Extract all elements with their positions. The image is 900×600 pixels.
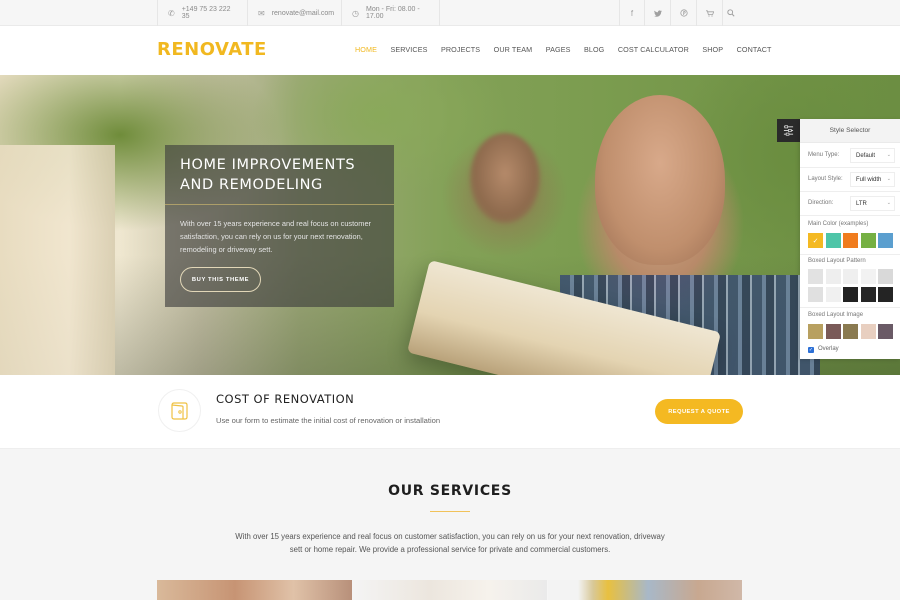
opening-hours: ◷ Mon - Fri: 08.00 - 17.00 [342, 0, 440, 26]
wallet-icon [158, 389, 201, 432]
color-swatch[interactable] [825, 233, 841, 248]
pattern-swatch[interactable] [878, 287, 893, 302]
layout-style-value: Full width [856, 177, 882, 183]
style-selector-panel: Style Selector Menu Type: Default ⌄ Layou… [800, 119, 900, 359]
phone-icon: ✆ [168, 8, 175, 18]
menu-type-select[interactable]: Default ⌄ [850, 148, 895, 163]
service-thumbnail[interactable] [548, 580, 742, 600]
hero-background-person [470, 133, 540, 223]
menu-type-row: Menu Type: Default ⌄ [800, 144, 900, 168]
divider [800, 307, 900, 308]
nav-projects[interactable]: PROJECTS [441, 45, 480, 54]
sliders-icon [783, 125, 794, 136]
cost-text: Use our form to estimate the initial cos… [216, 416, 441, 425]
hours-text: Mon - Fri: 08.00 - 17.00 [365, 6, 420, 20]
nav-our-team[interactable]: OUR TEAM [494, 45, 533, 54]
nav-pages[interactable]: PAGES [546, 45, 571, 54]
divider [800, 254, 900, 255]
nav-contact[interactable]: CONTACT [737, 45, 772, 54]
services-section: OUR SERVICES With over 15 years experien… [0, 449, 900, 600]
color-swatch[interactable] [860, 233, 876, 248]
pattern-swatch[interactable] [843, 269, 858, 284]
direction-select[interactable]: LTR ⌄ [850, 196, 895, 211]
hero-slider: HOME IMPROVEMENTS AND REMODELING With ov… [0, 75, 900, 375]
clock-icon: ◷ [352, 8, 359, 18]
twitter-icon[interactable] [645, 0, 671, 26]
nav-cost-calculator[interactable]: COST CALCULATOR [618, 45, 689, 54]
image-swatch[interactable] [860, 324, 876, 339]
services-title: OUR SERVICES [388, 483, 512, 499]
phone-contact: ✆ +149 75 23 222 35 [157, 0, 248, 26]
pattern-swatch[interactable] [808, 269, 823, 284]
layout-style-label: Layout Style: [808, 176, 843, 182]
direction-value: LTR [856, 201, 867, 207]
style-selector-toggle[interactable] [777, 119, 800, 142]
color-swatch[interactable] [878, 233, 893, 248]
image-swatch[interactable] [825, 324, 841, 339]
phone-number: +149 75 23 222 35 [181, 6, 231, 20]
hero-person-face [595, 95, 725, 265]
menu-type-value: Default [856, 153, 876, 159]
chevron-down-icon: ⌄ [886, 200, 891, 206]
request-quote-button[interactable]: REQUEST A QUOTE [655, 399, 743, 424]
top-bar: ✆ +149 75 23 222 35 ✉ renovate@mail.com … [0, 0, 900, 26]
pattern-swatch[interactable] [808, 287, 823, 302]
service-thumbnail[interactable] [157, 580, 352, 600]
facebook-icon[interactable]: f [619, 0, 645, 26]
nav-services[interactable]: SERVICES [390, 45, 427, 54]
envelope-icon: ✉ [258, 8, 265, 18]
overlay-checkbox[interactable]: ✓ [808, 347, 814, 353]
logo[interactable]: RENOVATE [157, 39, 267, 60]
image-swatch[interactable] [808, 324, 823, 339]
cart-icon[interactable] [697, 0, 723, 26]
nav-home[interactable]: HOME [355, 45, 377, 54]
hero-title: HOME IMPROVEMENTS AND REMODELING [180, 155, 390, 195]
hero-text: With over 15 years experience and real f… [180, 219, 372, 254]
main-nav: HOME SERVICES PROJECTS OUR TEAM PAGES BL… [355, 45, 772, 54]
pinterest-icon[interactable] [671, 0, 697, 26]
cost-banner: COST OF RENOVATION Use our form to estim… [0, 375, 900, 449]
title-underline [430, 511, 470, 512]
overlay-label: Overlay [818, 346, 839, 352]
service-thumbnail[interactable] [352, 580, 547, 600]
image-swatch[interactable] [878, 324, 893, 339]
search-icon[interactable] [723, 0, 739, 26]
hero-caption-box: HOME IMPROVEMENTS AND REMODELING With ov… [165, 145, 394, 307]
layout-style-select[interactable]: Full width ⌄ [850, 172, 895, 187]
services-text: With over 15 years experience and real f… [235, 532, 665, 554]
direction-label: Direction: [808, 200, 834, 206]
pattern-label: Boxed Layout Pattern [808, 258, 866, 264]
image-swatch[interactable] [843, 324, 858, 339]
email-address[interactable]: renovate@mail.com [272, 10, 334, 17]
buy-theme-button[interactable]: BUY THIS THEME [180, 267, 261, 292]
pattern-swatch[interactable] [860, 269, 876, 284]
hero-background-fence [0, 145, 115, 375]
pattern-swatch[interactable] [860, 287, 876, 302]
hero-divider [165, 204, 394, 205]
main-color-label: Main Color (examples) [808, 221, 869, 227]
color-swatch[interactable]: ✓ [808, 233, 823, 248]
chevron-down-icon: ⌄ [886, 152, 891, 158]
email-contact[interactable]: ✉ renovate@mail.com [248, 0, 342, 26]
style-selector-title: Style Selector [800, 119, 900, 143]
cost-title: COST OF RENOVATION [216, 392, 355, 406]
direction-row: Direction: LTR ⌄ [800, 192, 900, 216]
site-header: RENOVATE HOME SERVICES PROJECTS OUR TEAM… [0, 26, 900, 75]
pattern-swatch[interactable] [825, 269, 841, 284]
hero-title-line2: AND REMODELING [180, 177, 323, 193]
layout-style-row: Layout Style: Full width ⌄ [800, 168, 900, 192]
image-label: Boxed Layout Image [808, 312, 864, 318]
pattern-swatch[interactable] [825, 287, 841, 302]
pattern-swatch[interactable] [843, 287, 858, 302]
hero-title-line1: HOME IMPROVEMENTS [180, 157, 356, 173]
nav-shop[interactable]: SHOP [702, 45, 723, 54]
color-swatch[interactable] [843, 233, 858, 248]
chevron-down-icon: ⌄ [885, 176, 891, 182]
menu-type-label: Menu Type: [808, 152, 840, 158]
nav-blog[interactable]: BLOG [584, 45, 604, 54]
pattern-swatch[interactable] [878, 269, 893, 284]
